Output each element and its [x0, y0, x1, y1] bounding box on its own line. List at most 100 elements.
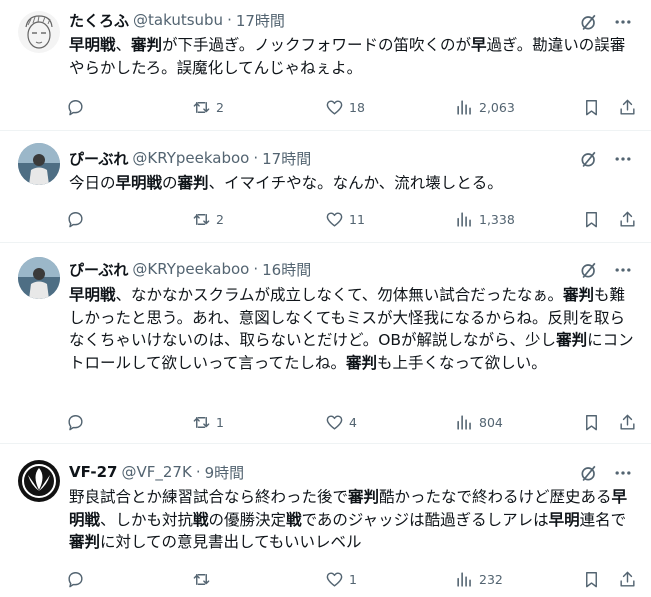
highlighted-keyword: 早明戦 [115, 174, 163, 192]
views-icon [457, 211, 471, 227]
bookmark-button[interactable] [582, 411, 601, 433]
like-button[interactable]: 18 [325, 96, 365, 118]
view-count: 804 [479, 414, 503, 430]
author-name[interactable]: ぴーぶれ [69, 148, 128, 169]
timestamp[interactable]: 17時間 [236, 10, 285, 31]
avatar[interactable] [18, 460, 60, 502]
repost-button[interactable]: 1 [192, 411, 224, 433]
repost-count: 1 [216, 414, 224, 430]
tweet[interactable]: VF-27 @VF_27K · 9時間 野良試合とか練習試合なら終わった後で審判… [0, 444, 651, 597]
repost-count: 2 [216, 99, 224, 115]
highlighted-keyword: 早 [470, 36, 487, 54]
like-icon [326, 571, 343, 587]
repost-icon [193, 101, 210, 113]
author-name[interactable]: たくろふ [69, 10, 129, 31]
highlighted-keyword: 早明 [548, 510, 580, 529]
views-icon [457, 99, 471, 115]
grok-icon[interactable] [579, 260, 599, 280]
share-button[interactable] [618, 411, 637, 433]
tweet[interactable]: たくろふ @takutsubu · 17時間 早明戦、審判が下手過ぎ。ノックフォ… [0, 0, 651, 131]
text-segment: 、イマイチやな。なんか、流れ壊しとる。 [208, 174, 503, 192]
highlighted-keyword: 審判 [348, 488, 380, 506]
tweet-text: 今日の早明戦の審判、イマイチやな。なんか、流れ壊しとる。 [69, 172, 635, 195]
author-name[interactable]: VF-27 [69, 463, 118, 481]
timestamp[interactable]: 16時間 [262, 259, 311, 280]
repost-icon [193, 573, 210, 585]
tweet-text: 早明戦、審判が下手過ぎ。ノックフォワードの笛吹くのが早過ぎ。勘違いの誤審やらかし… [69, 34, 635, 79]
repost-icon [193, 213, 210, 225]
reply-button[interactable] [66, 96, 90, 118]
share-button[interactable] [618, 208, 637, 230]
bookmark-button[interactable] [582, 208, 601, 230]
timeline: たくろふ @takutsubu · 17時間 早明戦、審判が下手過ぎ。ノックフォ… [0, 0, 651, 597]
bookmark-button[interactable] [582, 96, 601, 118]
avatar[interactable] [18, 143, 60, 185]
text-segment: 酷かったなで終わるけど歴史ある [379, 488, 612, 506]
like-icon [326, 99, 343, 115]
text-segment: が下手過ぎ。ノックフォワードの笛吹くのが [162, 36, 471, 54]
author-handle[interactable]: @takutsubu [133, 11, 223, 29]
like-icon [326, 211, 343, 227]
text-segment: 今日の [69, 174, 116, 192]
author-handle[interactable]: @KRYpeekaboo [132, 260, 249, 278]
highlighted-keyword: 審判 [69, 533, 101, 551]
repost-button[interactable]: 2 [192, 96, 224, 118]
author-handle[interactable]: @KRYpeekaboo [132, 149, 249, 167]
text-segment: に対しての意見書出してもいいレベル [100, 533, 362, 551]
like-count: 4 [349, 414, 357, 430]
text-segment: 、 [115, 36, 132, 54]
grok-icon[interactable] [579, 12, 599, 32]
action-bar: 2 18 2,063 [66, 96, 641, 118]
text-segment: の優勝決定 [208, 510, 287, 529]
timestamp[interactable]: 17時間 [262, 148, 311, 169]
more-icon[interactable] [613, 149, 633, 169]
more-icon[interactable] [613, 260, 633, 280]
like-button[interactable]: 11 [325, 208, 365, 230]
bookmark-icon [586, 571, 597, 587]
view-count: 232 [479, 571, 503, 587]
share-icon [620, 571, 635, 587]
like-button[interactable]: 4 [325, 411, 357, 433]
tweet[interactable]: ぴーぶれ @KRYpeekaboo · 17時間 今日の早明戦の審判、イマイチや… [0, 131, 651, 243]
like-button[interactable]: 1 [325, 568, 357, 590]
author-handle[interactable]: @VF_27K [122, 463, 192, 481]
bookmark-button[interactable] [582, 568, 601, 590]
highlighted-keyword: 審判 [177, 174, 209, 192]
highlighted-keyword: 戦 [286, 510, 302, 529]
repost-button[interactable] [192, 568, 216, 590]
grok-icon[interactable] [579, 463, 599, 483]
avatar[interactable] [18, 257, 60, 299]
like-icon [326, 414, 343, 430]
timestamp[interactable]: 9時間 [205, 462, 245, 483]
share-button[interactable] [618, 96, 637, 118]
highlighted-keyword: 早明戦 [69, 286, 116, 304]
bookmark-icon [586, 414, 597, 430]
share-icon [620, 99, 635, 115]
highlighted-keyword: 審判 [563, 286, 595, 304]
tweet[interactable]: ぴーぶれ @KRYpeekaboo · 16時間 早明戦、なかなかスクラムが成立… [0, 243, 651, 444]
views-button[interactable]: 1,338 [455, 208, 515, 230]
views-button[interactable]: 2,063 [455, 96, 515, 118]
author-name[interactable]: ぴーぶれ [69, 259, 128, 280]
action-bar: 1 232 [66, 568, 641, 590]
views-button[interactable]: 804 [455, 411, 503, 433]
more-icon[interactable] [613, 463, 633, 483]
views-button[interactable]: 232 [455, 568, 503, 590]
repost-button[interactable]: 2 [192, 208, 224, 230]
text-segment: 、なかなかスクラムが成立しなくて、勿体無い試合だったなぁ。 [115, 286, 564, 304]
separator-dot: · [253, 260, 259, 278]
repost-count: 2 [216, 211, 224, 227]
reply-button[interactable] [66, 411, 90, 433]
views-icon [457, 571, 471, 587]
view-count: 2,063 [479, 99, 515, 115]
more-icon[interactable] [613, 12, 633, 32]
grok-icon[interactable] [579, 149, 599, 169]
highlighted-keyword: 早明戦 [69, 36, 116, 54]
reply-button[interactable] [66, 568, 90, 590]
like-count: 1 [349, 571, 357, 587]
share-button[interactable] [618, 568, 637, 590]
reply-button[interactable] [66, 208, 90, 230]
reply-icon [68, 99, 83, 115]
highlighted-keyword: 審判 [346, 353, 378, 372]
avatar[interactable] [18, 11, 60, 53]
